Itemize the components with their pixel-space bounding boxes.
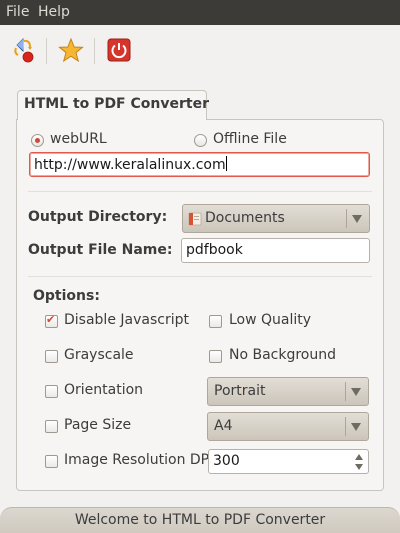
grayscale-checkbox[interactable]: [45, 350, 58, 363]
url-input[interactable]: http://www.keralalinux.com: [29, 152, 370, 177]
output-directory-label: Output Directory:: [28, 209, 168, 225]
chevron-down-icon: [351, 423, 361, 431]
grayscale-label: Grayscale: [64, 347, 134, 363]
image-dpi-label: Image Resolution DPI: [64, 452, 214, 468]
toolbar-separator: [94, 38, 95, 64]
image-dpi-value: 300: [213, 453, 240, 469]
no-background-checkbox[interactable]: [209, 350, 222, 363]
orientation-label: Orientation: [64, 382, 144, 398]
spin-down-icon[interactable]: [355, 464, 363, 470]
offline-file-label: Offline File: [213, 131, 287, 147]
output-directory-value: Documents: [205, 210, 285, 226]
folder-icon: [188, 212, 202, 226]
tab-label: HTML to PDF Converter: [24, 96, 209, 112]
spin-up-icon[interactable]: [355, 454, 363, 460]
low-quality-label: Low Quality: [229, 312, 312, 328]
spin-buttons[interactable]: [353, 452, 365, 472]
options-heading: Options:: [33, 288, 100, 304]
menu-bar: File Help: [0, 0, 400, 25]
status-message: Welcome to HTML to PDF Converter: [74, 512, 326, 528]
output-filename-value: pdfbook: [186, 242, 243, 258]
weburl-radio[interactable]: [31, 134, 44, 147]
combo-separator: [346, 209, 347, 228]
image-dpi-spinbox[interactable]: 300: [208, 449, 369, 474]
tab-html-to-pdf[interactable]: HTML to PDF Converter: [17, 90, 209, 120]
chevron-down-icon: [352, 215, 362, 223]
url-value: http://www.keralalinux.com: [34, 157, 226, 173]
convert-button[interactable]: [8, 36, 38, 66]
divider: [28, 191, 372, 192]
output-filename-input[interactable]: pdfbook: [181, 238, 370, 263]
power-icon: [107, 38, 131, 62]
orientation-select[interactable]: Portrait: [207, 377, 369, 406]
convert-icon: [14, 38, 34, 63]
disable-javascript-checkbox[interactable]: [45, 313, 58, 328]
favorite-button[interactable]: [56, 36, 86, 66]
weburl-label: webURL: [50, 131, 107, 147]
toolbar: [0, 25, 400, 77]
output-filename-label: Output File Name:: [28, 242, 173, 258]
page-size-value: A4: [214, 418, 233, 434]
star-icon: [58, 37, 84, 63]
offline-file-radio[interactable]: [194, 134, 207, 147]
menu-help[interactable]: Help: [38, 4, 70, 20]
combo-separator: [345, 382, 346, 401]
page-size-select[interactable]: A4: [207, 412, 369, 441]
combo-separator: [345, 417, 346, 436]
divider: [28, 276, 372, 277]
low-quality-checkbox[interactable]: [209, 315, 222, 328]
status-bar: Welcome to HTML to PDF Converter: [0, 507, 400, 533]
menu-file[interactable]: File: [6, 4, 29, 20]
image-dpi-checkbox[interactable]: [45, 455, 58, 468]
chevron-down-icon: [351, 388, 361, 396]
page-size-checkbox[interactable]: [45, 420, 58, 433]
quit-button[interactable]: [104, 36, 134, 66]
page-size-label: Page Size: [64, 417, 132, 433]
orientation-value: Portrait: [214, 383, 266, 399]
text-caret: [225, 156, 227, 171]
toolbar-separator: [46, 38, 47, 64]
disable-javascript-label: Disable Javascript: [64, 312, 189, 328]
output-directory-select[interactable]: Documents: [182, 204, 370, 233]
no-background-label: No Background: [229, 347, 337, 363]
orientation-checkbox[interactable]: [45, 385, 58, 398]
